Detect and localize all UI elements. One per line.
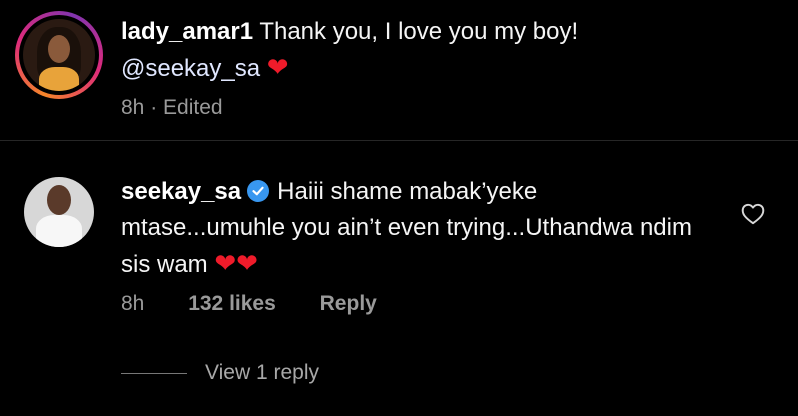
replies-line [121,372,187,374]
avatar-lady-amar1[interactable] [23,19,95,91]
comment-body: Thank you, I love you my boy! [259,18,579,45]
comment-lady-amar1: lady_amar1 Thank you, I love you my boy!… [0,0,798,140]
verified-badge-icon [247,180,270,202]
comment-seekay-sa: seekay_sa Haiii shame mabak’yeke mtase...… [0,160,798,340]
edited-label: Edited [163,96,223,119]
story-ring[interactable] [15,11,103,99]
comment-meta: 8h · Edited [121,95,223,121]
heart-icon[interactable] [740,201,766,227]
heart-emoji: ❤❤ [214,249,258,279]
avatar-seekay-sa[interactable] [24,177,94,247]
comment-meta: 8h 132 likes Reply [121,291,377,317]
comment-text: lady_amar1 Thank you, I love you my boy!… [121,14,761,87]
heart-emoji: ❤ [266,53,289,83]
username-link[interactable]: lady_amar1 [121,18,253,45]
avatar-face [47,185,71,215]
reply-button[interactable]: Reply [320,292,377,315]
username-link[interactable]: seekay_sa [121,178,241,205]
avatar-top [39,67,79,91]
likes-count[interactable]: 132 likes [188,292,276,315]
mention-link[interactable]: @seekay_sa [121,55,260,82]
avatar-shirt [36,215,82,247]
comment-time: 8h [121,96,145,119]
view-replies-button[interactable]: View 1 reply [121,358,319,388]
avatar-face [48,35,70,63]
avatar-gap [19,15,99,95]
meta-separator: · [150,96,158,119]
comment-text: seekay_sa Haiii shame mabak’yeke mtase...… [121,174,701,283]
view-replies-label: View 1 reply [205,361,320,384]
divider [0,140,798,141]
comment-time: 8h [121,292,145,315]
